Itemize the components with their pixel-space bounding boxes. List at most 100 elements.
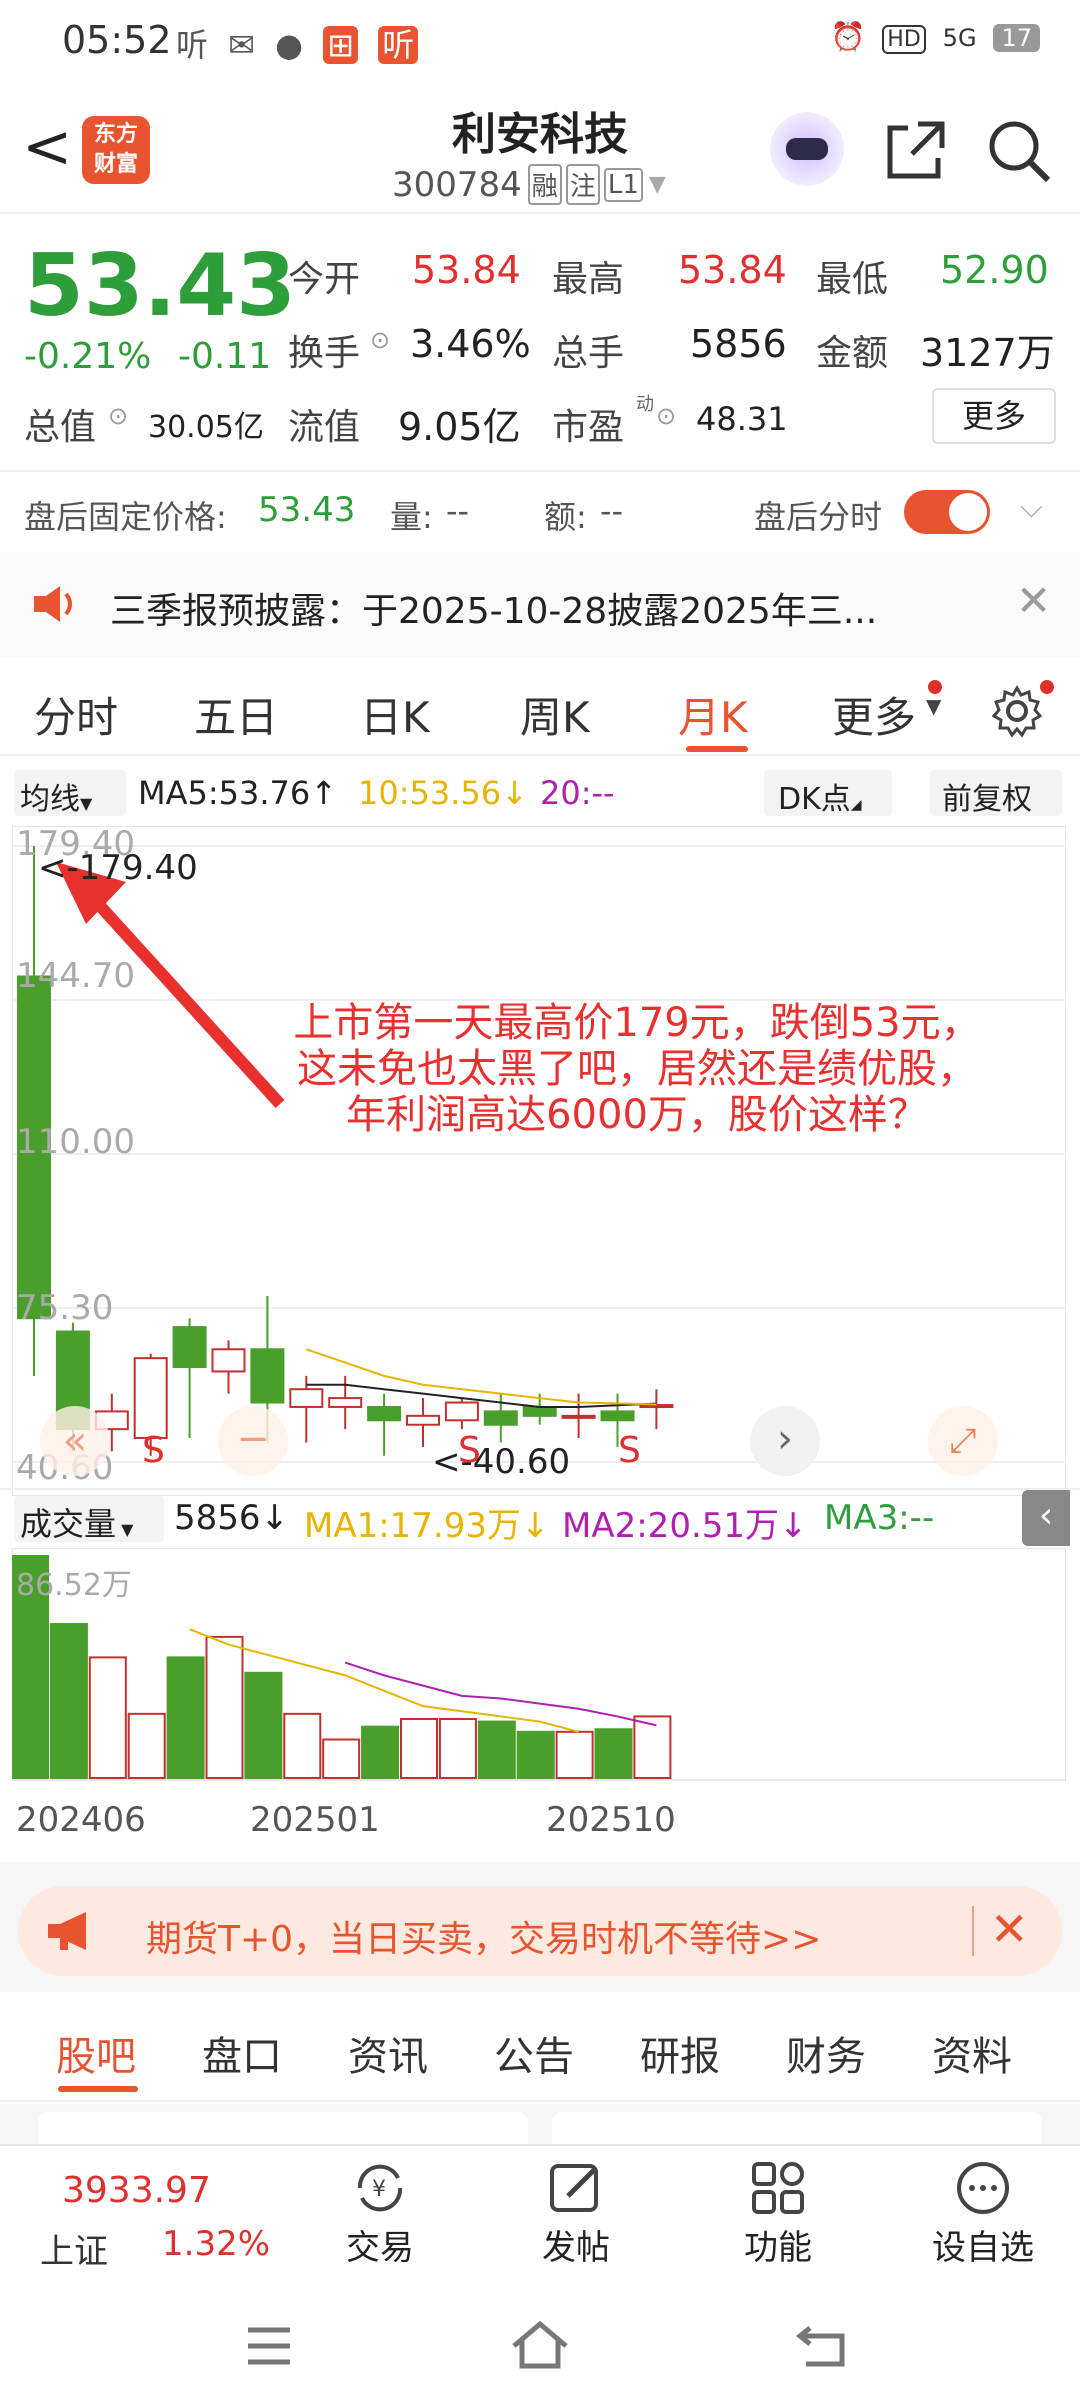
candle-body: [328, 1397, 363, 1408]
listen2-icon: 听: [378, 26, 419, 64]
battery-icon: 17: [993, 24, 1040, 52]
tab-financials[interactable]: 财务: [786, 2024, 866, 2082]
y-tick-2: 110.00: [16, 1122, 135, 1162]
chevron-down-icon[interactable]: ▼: [649, 172, 666, 197]
ma-label: 均线: [20, 782, 80, 817]
ad-banner[interactable]: 期货T+0，当日买卖，交易时机不等待>> ✕: [18, 1886, 1062, 1976]
notice-text: 三季报预披露：于2025-10-28披露2025年三...: [110, 591, 878, 632]
current-price: 53.43: [24, 236, 297, 336]
volume-chart[interactable]: [12, 1548, 1066, 1788]
mcap-info-icon[interactable]: ⊙: [108, 402, 128, 430]
volume-bar: [361, 1725, 400, 1780]
turnover-label: 换手: [288, 333, 361, 374]
tab-research[interactable]: 研报: [640, 2024, 720, 2082]
volume-bar: [166, 1656, 205, 1779]
change-pct: -0.21%: [24, 336, 152, 377]
afterhours-amt-label: 额:: [544, 498, 587, 536]
candle-body: [289, 1388, 324, 1408]
pe-info-icon[interactable]: ⊙: [656, 402, 676, 430]
tag-l1: L1: [603, 167, 643, 202]
tab-monthly[interactable]: 月K: [678, 684, 748, 745]
volume-bar: [322, 1738, 361, 1780]
tab-announcements[interactable]: 公告: [494, 2024, 574, 2082]
afterhours-toggle[interactable]: [904, 490, 990, 534]
menu-icon[interactable]: [244, 2324, 294, 2368]
back-nav-icon[interactable]: [796, 2322, 848, 2368]
search-icon[interactable]: [986, 118, 1052, 184]
volume-ma2: MA2:20.51万↓: [562, 1506, 808, 1546]
msg-icon: ✉: [228, 26, 255, 64]
caret-icon: ▼: [80, 794, 93, 813]
status-right-icons: ⏰ HD 5G 17: [831, 20, 1040, 54]
tab-intraday[interactable]: 分时: [34, 684, 118, 745]
low-value: 52.90: [940, 248, 1049, 292]
open-label: 今开: [288, 259, 361, 300]
post-button[interactable]: 发帖: [526, 2160, 626, 2269]
pe-value: 48.31: [696, 400, 788, 438]
content-preview: [0, 2104, 1080, 2152]
info-icon[interactable]: ⊙: [370, 326, 390, 354]
status-bar: 05:52 听 ✉ ● ⊞ 听 ⏰ HD 5G 17: [0, 0, 1080, 84]
tab-forum[interactable]: 股吧: [56, 2024, 136, 2082]
zoom-out-button[interactable]: −: [218, 1406, 288, 1476]
function-button[interactable]: 功能: [728, 2160, 828, 2269]
caret-icon: ▼: [116, 1520, 134, 1539]
add-watchlist-button[interactable]: 设自选: [918, 2160, 1048, 2269]
edit-icon: [550, 2164, 598, 2212]
volume-selector[interactable]: 成交量 ▼: [14, 1496, 164, 1543]
volume-bar: [516, 1730, 555, 1779]
status-app-icons: 听 ✉ ● ⊞ 听: [176, 20, 419, 66]
bottom-toolbar: 3933.97 上证 1.32% ¥ 交易 发帖 功能 设自选: [0, 2144, 1080, 2284]
more-button[interactable]: 更多: [932, 388, 1056, 444]
candle-body: [367, 1405, 402, 1422]
settings-badge-dot: [1040, 680, 1054, 694]
ma-selector[interactable]: 均线▼: [14, 770, 126, 817]
afterhours-price: 53.43: [258, 490, 356, 530]
dk-button[interactable]: DK点◢: [764, 770, 892, 817]
candle-body: [172, 1326, 207, 1369]
period-tabs: 分时 五日 日K 周K 月K 更多 ▼: [0, 660, 1080, 756]
tab-weekly[interactable]: 周K: [520, 684, 590, 745]
tab-more[interactable]: 更多: [832, 684, 916, 745]
app-icon: ⊞: [323, 26, 359, 64]
add-watchlist-label: 设自选: [932, 2228, 1034, 2268]
collapse-panel-button[interactable]: ‹: [1022, 1490, 1070, 1546]
tab-daily[interactable]: 日K: [360, 684, 430, 745]
candle-body: [406, 1414, 440, 1426]
more-dots-icon: [957, 2162, 1009, 2214]
fullscreen-icon[interactable]: ⤢: [928, 1406, 998, 1476]
notice-bar[interactable]: 三季报预披露：于2025-10-28披露2025年三... ✕: [0, 552, 1080, 658]
trade-label: 交易: [346, 2228, 414, 2268]
assistant-avatar[interactable]: [770, 112, 844, 186]
tab-news[interactable]: 资讯: [348, 2024, 428, 2082]
listen-icon: 听: [176, 26, 209, 64]
ma10-line: [305, 1348, 657, 1406]
next-button[interactable]: ›: [750, 1406, 820, 1476]
hd-icon: HD: [882, 25, 926, 54]
open-value: 53.84: [412, 248, 521, 292]
volume-bar: [244, 1671, 283, 1779]
settings-icon[interactable]: [990, 684, 1044, 738]
afterhours-toggle-label: 盘后分时: [754, 498, 883, 536]
close-icon[interactable]: ✕: [990, 1902, 1029, 1956]
megaphone-icon: [48, 1912, 86, 1950]
divider: [0, 470, 1080, 472]
tab-orderbook[interactable]: 盘口: [202, 2024, 282, 2082]
tab-5day[interactable]: 五日: [194, 684, 278, 745]
volume-current: 5856↓: [174, 1498, 290, 1538]
volume-bar: [438, 1717, 477, 1779]
system-nav-bar: [0, 2284, 1080, 2408]
scroll-left-button[interactable]: «: [40, 1406, 110, 1476]
afterhours-vol-label: 量:: [390, 498, 433, 536]
chevron-down-icon[interactable]: ⌵: [1020, 490, 1043, 525]
adjust-button[interactable]: 前复权: [930, 770, 1062, 817]
volume-max-label: 86.52万: [16, 1568, 132, 1603]
trade-icon: ¥: [357, 2164, 403, 2212]
home-icon[interactable]: [510, 2318, 570, 2370]
trade-button[interactable]: ¥ 交易: [330, 2160, 430, 2269]
candle-body: [639, 1404, 674, 1409]
tab-profile[interactable]: 资料: [932, 2024, 1012, 2082]
kline-chart[interactable]: [12, 826, 1066, 1496]
share-icon[interactable]: [884, 118, 948, 182]
close-icon[interactable]: ✕: [1016, 576, 1051, 625]
